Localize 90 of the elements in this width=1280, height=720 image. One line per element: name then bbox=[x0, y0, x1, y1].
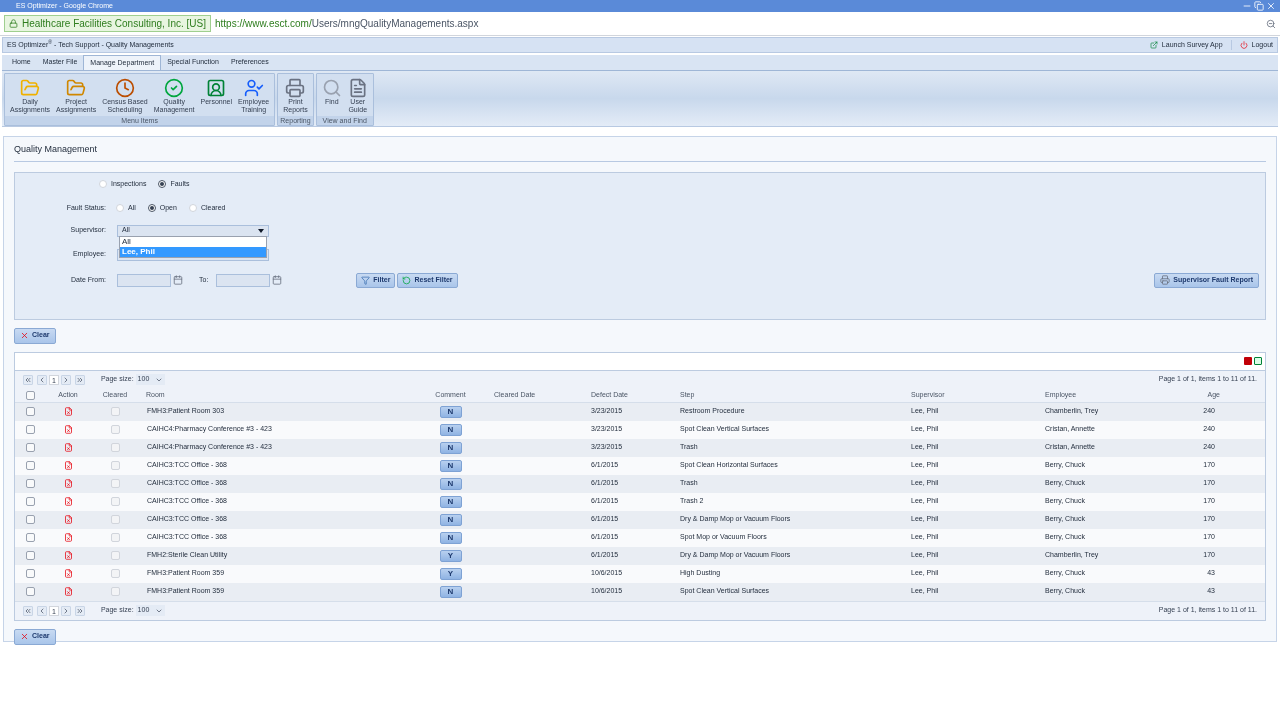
comment-button[interactable]: Y bbox=[439, 567, 462, 580]
checkbox[interactable] bbox=[110, 587, 120, 596]
comment-button[interactable]: N bbox=[439, 585, 462, 598]
comment-button[interactable]: N bbox=[439, 477, 462, 490]
checkbox[interactable] bbox=[110, 443, 120, 452]
first-page-icon bbox=[24, 606, 32, 615]
delete-document-icon[interactable] bbox=[63, 515, 73, 524]
checkbox[interactable] bbox=[110, 533, 120, 542]
delete-document-icon[interactable] bbox=[63, 533, 73, 542]
folder-icon bbox=[66, 78, 87, 98]
printer-icon bbox=[285, 78, 306, 98]
checkbox[interactable] bbox=[110, 407, 120, 416]
checkbox[interactable] bbox=[25, 569, 35, 578]
comment-button[interactable]: N bbox=[439, 423, 462, 436]
comment-button[interactable]: N bbox=[439, 495, 462, 508]
calendar-icon[interactable] bbox=[173, 275, 183, 285]
site-identity-badge[interactable]: Healthcare Facilities Consulting, Inc. [US] bbox=[4, 15, 211, 32]
printer-icon bbox=[1160, 275, 1171, 285]
date-from-field[interactable] bbox=[117, 273, 171, 287]
checkbox[interactable] bbox=[25, 461, 35, 470]
first-page-icon bbox=[24, 375, 32, 384]
checkbox[interactable] bbox=[110, 479, 120, 488]
checkbox[interactable] bbox=[25, 407, 35, 416]
close-icon[interactable] bbox=[1266, 1, 1276, 11]
url-text[interactable]: https://www.esct.com/Users/mngQualityManagements.aspx bbox=[214, 16, 479, 31]
comment-button[interactable]: N bbox=[439, 405, 462, 418]
checkbox[interactable] bbox=[25, 425, 35, 434]
comment-button[interactable]: Y bbox=[439, 549, 462, 562]
checkbox[interactable] bbox=[25, 515, 35, 524]
radio-button[interactable] bbox=[147, 204, 156, 213]
previous-icon bbox=[38, 606, 46, 615]
excel-export-icon[interactable] bbox=[1254, 357, 1262, 365]
checkbox[interactable] bbox=[110, 569, 120, 578]
delete-document-icon[interactable] bbox=[63, 407, 73, 416]
checkbox[interactable] bbox=[25, 533, 35, 542]
last-page-icon bbox=[75, 375, 84, 384]
launch-icon bbox=[1149, 41, 1158, 49]
power-icon bbox=[1239, 41, 1248, 49]
comment-button[interactable]: N bbox=[439, 513, 462, 526]
x-icon bbox=[20, 632, 29, 641]
funnel-icon bbox=[361, 275, 371, 285]
delete-document-icon[interactable] bbox=[63, 497, 73, 506]
check-circle-icon bbox=[164, 78, 185, 98]
checkbox[interactable] bbox=[110, 515, 120, 524]
previous-icon bbox=[38, 375, 46, 384]
date-to-field[interactable] bbox=[216, 273, 271, 287]
comment-button[interactable]: N bbox=[439, 531, 462, 544]
person-check-icon bbox=[243, 78, 264, 98]
comment-button[interactable]: N bbox=[439, 459, 462, 472]
checkbox[interactable] bbox=[110, 425, 120, 434]
checkbox[interactable] bbox=[110, 497, 120, 506]
next-page-button[interactable] bbox=[60, 605, 71, 616]
last-page-button[interactable] bbox=[74, 605, 85, 616]
delete-document-icon[interactable] bbox=[63, 551, 73, 560]
previous-page-button[interactable] bbox=[37, 374, 47, 385]
dropdown-option[interactable]: All bbox=[120, 236, 266, 247]
checkbox[interactable] bbox=[25, 587, 35, 596]
reset-icon bbox=[402, 275, 412, 285]
delete-document-icon[interactable] bbox=[63, 425, 73, 434]
magnifier-icon bbox=[321, 78, 342, 98]
next-page-button[interactable] bbox=[60, 374, 71, 385]
calendar-icon[interactable] bbox=[272, 275, 283, 285]
delete-document-icon[interactable] bbox=[63, 587, 73, 596]
page-title: Quality Management bbox=[14, 143, 1266, 162]
checkbox[interactable] bbox=[25, 443, 35, 452]
zoom-icon[interactable] bbox=[1266, 18, 1276, 29]
comment-button[interactable]: N bbox=[439, 441, 462, 454]
previous-page-button[interactable] bbox=[37, 605, 47, 616]
checkbox[interactable] bbox=[25, 390, 35, 400]
last-page-button[interactable] bbox=[74, 374, 85, 385]
checkbox[interactable] bbox=[110, 551, 120, 560]
delete-document-icon[interactable] bbox=[63, 443, 73, 452]
radio-button[interactable] bbox=[158, 179, 167, 188]
first-page-button[interactable] bbox=[23, 605, 33, 616]
checkbox[interactable] bbox=[25, 479, 35, 488]
checkbox[interactable] bbox=[25, 551, 35, 560]
first-page-button[interactable] bbox=[23, 374, 33, 385]
folder-icon bbox=[20, 78, 41, 98]
restore-icon[interactable] bbox=[1254, 1, 1264, 11]
caret-icon bbox=[258, 228, 264, 233]
delete-document-icon[interactable] bbox=[63, 569, 73, 578]
x-icon bbox=[20, 331, 29, 340]
person-icon bbox=[206, 78, 227, 98]
clock-icon bbox=[114, 78, 135, 98]
delete-document-icon[interactable] bbox=[63, 461, 73, 470]
checkbox[interactable] bbox=[110, 461, 120, 470]
lock-icon bbox=[9, 19, 18, 28]
delete-document-icon[interactable] bbox=[63, 479, 73, 488]
last-page-icon bbox=[75, 606, 84, 615]
checkbox[interactable] bbox=[25, 497, 35, 506]
